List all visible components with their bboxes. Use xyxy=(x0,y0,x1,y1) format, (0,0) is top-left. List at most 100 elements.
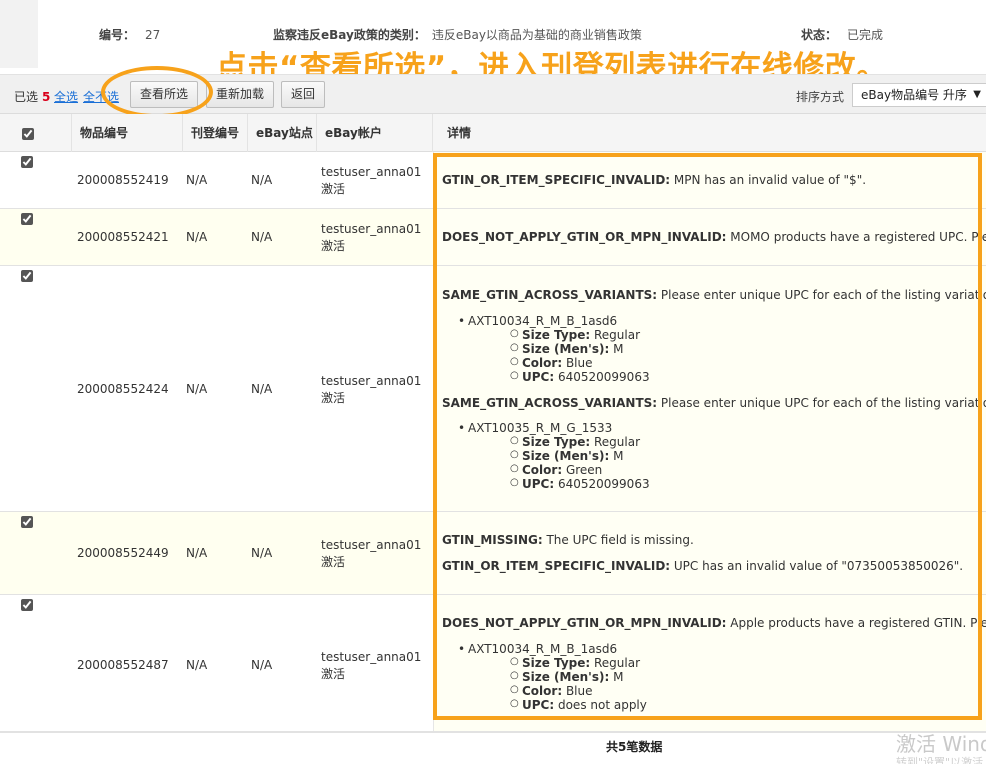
error-line: GTIN_OR_ITEM_SPECIFIC_INVALID: MPN has a… xyxy=(442,173,866,187)
listing-id: N/A xyxy=(186,546,208,560)
spec-key: UPC: xyxy=(522,370,555,384)
row-checkbox[interactable] xyxy=(21,599,33,611)
account: testuser_anna01 xyxy=(321,650,422,664)
selected-label: 已选 xyxy=(14,90,39,104)
table-row: 200008552487 N/A N/A testuser_anna01 激活 … xyxy=(0,595,986,732)
complaint-id-label: 编号： xyxy=(99,28,136,42)
item-id[interactable]: 200008552424 xyxy=(77,382,169,396)
header-site: eBay站点 xyxy=(248,114,317,152)
detail-cell: DOES_NOT_APPLY_GTIN_OR_MPN_INVALID: MOMO… xyxy=(433,209,986,265)
item-id[interactable]: 200008552449 xyxy=(77,546,169,560)
table-row: 200008552421 N/A N/A testuser_anna01 激活 … xyxy=(0,209,986,266)
spec-value: Blue xyxy=(562,356,593,370)
error-line: DOES_NOT_APPLY_GTIN_OR_MPN_INVALID: Appl… xyxy=(442,616,986,630)
error-message: Please enter unique UPC for each of the … xyxy=(660,396,986,410)
variant-sku-text: AXT10035_R_M_G_1533 xyxy=(468,421,613,435)
error-code: DOES_NOT_APPLY_GTIN_OR_MPN_INVALID: xyxy=(442,230,727,244)
error-message: The UPC field is missing. xyxy=(542,533,694,547)
status-value: 已完成 xyxy=(847,28,884,42)
circle-bullet-icon: ○ xyxy=(510,463,519,474)
windows-activation-watermark: 激活 Windows xyxy=(896,732,986,756)
error-message: MOMO products have a registered UPC. Ple… xyxy=(730,230,986,244)
circle-bullet-icon: ○ xyxy=(510,477,519,488)
detail-cell: GTIN_MISSING: The UPC field is missing. … xyxy=(433,512,986,594)
select-none-link[interactable]: 全不选 xyxy=(83,88,119,105)
account-status: 激活 xyxy=(321,239,346,253)
violation-category-value: 违反eBay以商品为基础的商业销售政策 xyxy=(431,28,642,42)
error-message: UPC has an invalid value of "07350053850… xyxy=(670,559,964,573)
error-message: Please enter unique UPC for each of the … xyxy=(660,288,986,302)
variant-sku: • AXT10035_R_M_G_1533 xyxy=(458,421,613,435)
windows-activation-hint: 转到"设置"以激活 xyxy=(896,756,984,764)
sort-select[interactable]: eBay物品编号 升序 ▼ xyxy=(852,83,986,107)
spec-value: Regular xyxy=(590,328,641,342)
account: testuser_anna01 xyxy=(321,374,422,388)
spec-value: Regular xyxy=(590,435,641,449)
view-selected-button[interactable]: 查看所选 xyxy=(130,81,199,108)
row-checkbox[interactable] xyxy=(21,516,33,528)
spec-value: M xyxy=(609,342,624,356)
violation-category: 监察违反eBay政策的类别： 违反eBay以商品为基础的商业销售政策 xyxy=(273,26,642,43)
spec-value: Blue xyxy=(562,684,593,698)
item-id[interactable]: 200008552421 xyxy=(77,230,169,244)
site: N/A xyxy=(251,382,273,396)
spec-key: Size Type: xyxy=(522,435,591,449)
spec-key: UPC: xyxy=(522,698,555,712)
detail-cell: SAME_GTIN_ACROSS_VARIANTS: Please enter … xyxy=(433,266,986,511)
grid-header: 物品编号 刊登编号 eBay站点 eBay帐户 详情 xyxy=(0,114,986,152)
header-account: eBay帐户 xyxy=(317,114,433,152)
account: testuser_anna01 xyxy=(321,538,422,552)
spec-key: Size Type: xyxy=(522,328,591,342)
table-row: 200008552424 N/A N/A testuser_anna01 激活 … xyxy=(0,266,986,512)
circle-bullet-icon: ○ xyxy=(510,370,519,381)
item-id[interactable]: 200008552419 xyxy=(77,173,169,187)
status: 状态： 已完成 xyxy=(801,26,883,43)
row-checkbox[interactable] xyxy=(21,156,33,168)
variant-sku: • AXT10034_R_M_B_1asd6 xyxy=(458,642,617,656)
spec-key: Size (Men's): xyxy=(522,449,610,463)
account-status: 激活 xyxy=(321,391,346,405)
grid-footer: 共5笔数据 xyxy=(0,732,986,764)
spec-value: M xyxy=(609,670,624,684)
variant-spec: ○ Color: Green xyxy=(510,463,603,477)
spec-value: Regular xyxy=(590,656,641,670)
spec-key: Size (Men's): xyxy=(522,342,610,356)
variant-spec: ○ Size Type: Regular xyxy=(510,328,641,342)
item-id[interactable]: 200008552487 xyxy=(77,658,169,672)
error-line: GTIN_OR_ITEM_SPECIFIC_INVALID: UPC has a… xyxy=(442,559,963,573)
spec-key: UPC: xyxy=(522,477,555,491)
variant-spec: ○ Size (Men's): M xyxy=(510,342,624,356)
reload-button[interactable]: 重新加载 xyxy=(206,81,275,108)
error-code: GTIN_OR_ITEM_SPECIFIC_INVALID: xyxy=(442,173,671,187)
header-select-all-checkbox[interactable] xyxy=(22,127,34,140)
variant-spec: ○ Size (Men's): M xyxy=(510,449,623,463)
error-code: DOES_NOT_APPLY_GTIN_OR_MPN_INVALID: xyxy=(442,616,727,630)
status-label: 状态： xyxy=(801,28,838,42)
complaint-id: 编号： 27 xyxy=(99,26,160,43)
circle-bullet-icon: ○ xyxy=(510,342,519,353)
spec-value: does not apply xyxy=(554,698,647,712)
row-checkbox[interactable] xyxy=(21,270,33,282)
account: testuser_anna01 xyxy=(321,222,422,236)
spec-key: Size Type: xyxy=(522,656,591,670)
error-code: GTIN_MISSING: xyxy=(442,533,543,547)
violation-category-label: 监察违反eBay政策的类别： xyxy=(273,28,426,42)
selected-count-value: 5 xyxy=(42,90,51,104)
listing-id: N/A xyxy=(186,230,208,244)
row-checkbox[interactable] xyxy=(21,213,33,225)
account-status: 激活 xyxy=(321,667,346,681)
listing-id: N/A xyxy=(186,173,208,187)
listing-id: N/A xyxy=(186,382,208,396)
bullet-icon: • xyxy=(458,421,466,435)
back-button[interactable]: 返回 xyxy=(281,81,326,108)
account-status: 激活 xyxy=(321,182,346,196)
detail-cell: DOES_NOT_APPLY_GTIN_OR_MPN_INVALID: Appl… xyxy=(433,595,986,731)
spec-key: Size (Men's): xyxy=(522,670,610,684)
circle-bullet-icon: ○ xyxy=(510,356,519,367)
select-all-link[interactable]: 全选 xyxy=(54,88,78,105)
selected-count: 已选 5 xyxy=(14,88,54,105)
table-row: 200008552449 N/A N/A testuser_anna01 激活 … xyxy=(0,512,986,595)
error-code: SAME_GTIN_ACROSS_VARIANTS: xyxy=(442,288,658,302)
spec-value: Green xyxy=(562,463,603,477)
sort-select-value: eBay物品编号 升序 xyxy=(861,88,967,102)
